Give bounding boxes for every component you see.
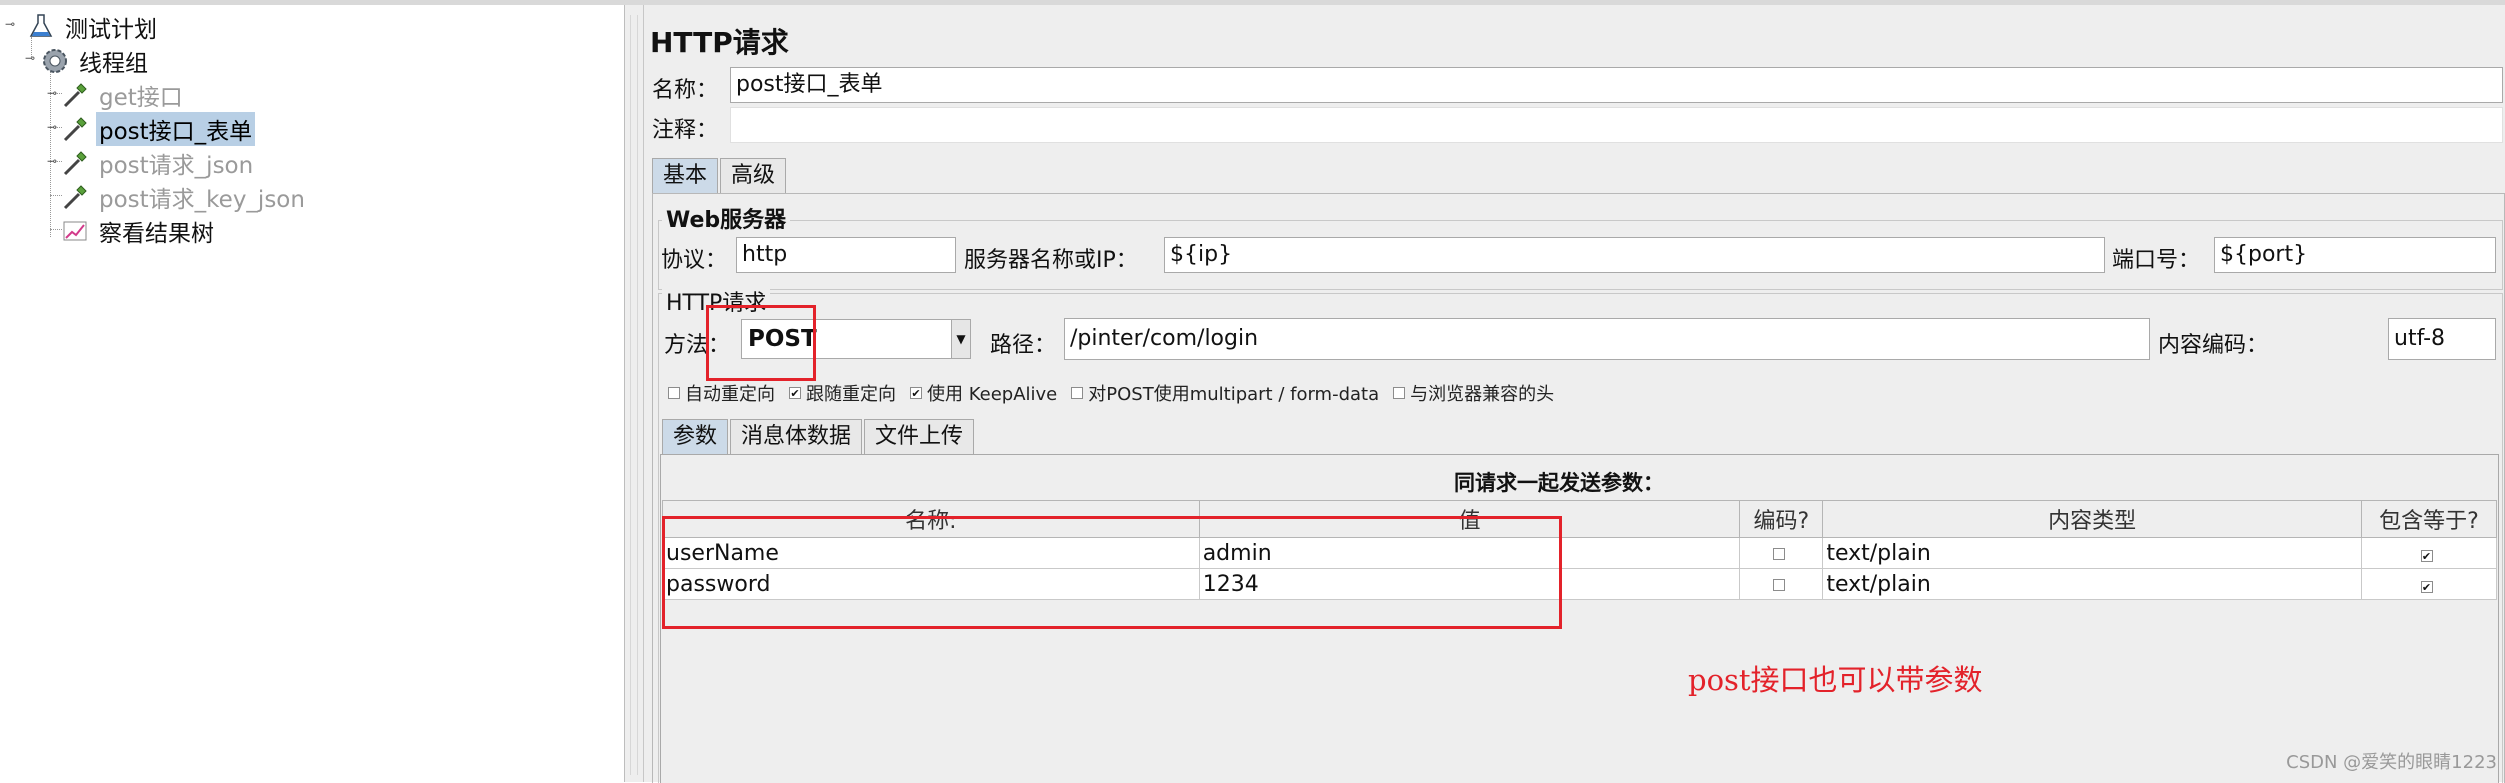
option-auto-redirect[interactable]: 自动重定向 xyxy=(668,380,775,406)
comment-label: 注释： xyxy=(652,118,719,143)
tree-item-label: 察看结果树 xyxy=(99,221,214,247)
option-keepalive[interactable]: ✔ 使用 KeepAlive xyxy=(910,380,1057,406)
gear-icon xyxy=(43,49,67,73)
test-plan-tree[interactable]: ⊸ 测试计划 ⊸ 线程组 ⊸ get接口 ⊸ post接口_表单 ⊸ post请… xyxy=(0,5,625,782)
tab-body-data[interactable]: 消息体数据 xyxy=(730,419,863,454)
expand-handle-icon[interactable]: ⊸ xyxy=(46,154,58,168)
params-caption: 同请求一起发送参数： xyxy=(1454,471,1664,495)
tree-item-thread-group[interactable]: 线程组 xyxy=(40,45,151,77)
pipette-sampler-icon xyxy=(63,83,87,108)
option-label: 使用 KeepAlive xyxy=(927,384,1058,405)
splitter-handle[interactable] xyxy=(625,5,644,782)
highlight-method-box xyxy=(706,305,816,381)
path-label: 路径： xyxy=(990,333,1057,358)
encode-checkbox-cell[interactable] xyxy=(1739,568,1824,600)
watermark: CSDN @爱笑的眼睛1223 xyxy=(2286,752,2497,773)
tree-item-post-form[interactable]: post接口_表单 xyxy=(60,112,256,146)
tree-item-result-tree[interactable]: 察看结果树 xyxy=(60,215,217,247)
annotation-text: post接口也可以带参数 xyxy=(1688,663,1983,697)
name-label: 名称： xyxy=(652,78,719,103)
expand-handle-icon[interactable]: ⊸ xyxy=(24,51,36,65)
checkbox-checked[interactable]: ✔ xyxy=(2420,580,2433,593)
pipette-sampler-icon xyxy=(63,117,87,142)
option-browser-headers[interactable]: 与浏览器兼容的头 xyxy=(1393,380,1554,406)
server-field[interactable]: ${ip} xyxy=(1164,237,2105,273)
tree-item-get-api[interactable]: get接口 xyxy=(60,79,186,111)
tab-parameters[interactable]: 参数 xyxy=(662,419,729,454)
encoding-field[interactable]: utf-8 xyxy=(2388,318,2496,360)
flask-icon xyxy=(29,14,53,37)
protocol-field[interactable]: http xyxy=(736,237,956,273)
checkbox[interactable] xyxy=(1772,547,1785,560)
checkbox-checked[interactable]: ✔ xyxy=(910,387,922,400)
tree-item-label: post请求_json xyxy=(99,153,254,179)
tree-item-label: 线程组 xyxy=(79,51,148,77)
protocol-label: 协议： xyxy=(661,248,728,273)
content-type-cell[interactable]: text/plain xyxy=(1822,568,2363,600)
checkbox[interactable] xyxy=(668,387,680,399)
expand-handle-icon[interactable]: ⊸ xyxy=(4,17,16,31)
splitter-grip xyxy=(630,15,638,775)
tree-item-label: get接口 xyxy=(99,85,183,111)
expand-handle-icon[interactable]: ⊸ xyxy=(46,86,58,100)
port-label: 端口号： xyxy=(2112,248,2201,273)
tab-advanced[interactable]: 高级 xyxy=(720,158,787,193)
tree-item-label: 测试计划 xyxy=(65,17,157,43)
tree-item-test-plan[interactable]: 测试计划 xyxy=(26,11,160,43)
path-field[interactable]: /pinter/com/login xyxy=(1064,318,2150,360)
include-equals-checkbox-cell[interactable]: ✔ xyxy=(2361,537,2497,569)
content-type-cell[interactable]: text/plain xyxy=(1822,537,2363,569)
include-equals-checkbox-cell[interactable]: ✔ xyxy=(2361,568,2497,600)
encoding-label: 内容编码： xyxy=(2158,333,2269,358)
page-title: HTTP请求 xyxy=(650,26,789,59)
parameter-tabs: 参数 消息体数据 文件上传 xyxy=(662,419,976,454)
checkbox[interactable] xyxy=(1772,578,1785,591)
option-label: 与浏览器兼容的头 xyxy=(1410,384,1555,405)
name-field[interactable]: post接口_表单 xyxy=(730,67,2503,103)
column-header-include-equals[interactable]: 包含等于? xyxy=(2361,500,2497,538)
options-row: 自动重定向 ✔ 跟随重定向 ✔ 使用 KeepAlive 对POST使用multip… xyxy=(668,380,1568,406)
checkbox[interactable] xyxy=(1071,387,1084,399)
checkbox-checked[interactable]: ✔ xyxy=(2420,549,2433,562)
column-header-encode[interactable]: 编码? xyxy=(1739,500,1824,538)
column-header-content-type[interactable]: 内容类型 xyxy=(1822,500,2363,538)
option-follow-redirect[interactable]: ✔ 跟随重定向 xyxy=(789,380,896,406)
pipette-sampler-icon xyxy=(63,185,87,210)
port-field[interactable]: ${port} xyxy=(2214,237,2496,273)
highlight-params-box xyxy=(662,516,1562,629)
http-request-panel: HTTP请求 名称： post接口_表单 注释： 基本 高级 Web服务器 协议… xyxy=(644,5,2505,783)
tree-item-label: post请求_key_json xyxy=(99,187,305,213)
option-multipart[interactable]: 对POST使用multipart / form-data xyxy=(1071,380,1379,406)
comment-field[interactable] xyxy=(730,107,2503,143)
tab-file-upload[interactable]: 文件上传 xyxy=(864,419,975,454)
option-label: 对POST使用multipart / form-data xyxy=(1088,384,1380,405)
tree-item-label: post接口_表单 xyxy=(96,112,256,146)
server-label: 服务器名称或IP： xyxy=(964,248,1138,273)
encode-checkbox-cell[interactable] xyxy=(1739,537,1824,569)
expand-handle-icon[interactable]: ⊸ xyxy=(46,120,58,134)
option-label: 跟随重定向 xyxy=(806,384,896,405)
checkbox-checked[interactable]: ✔ xyxy=(789,387,801,400)
web-server-legend: Web服务器 xyxy=(662,202,791,234)
chart-listener-icon xyxy=(63,221,87,241)
tree-item-post-key-json[interactable]: post请求_key_json xyxy=(60,181,308,213)
pipette-sampler-icon xyxy=(63,151,87,176)
tab-basic[interactable]: 基本 xyxy=(652,158,719,193)
chevron-down-icon[interactable]: ▼ xyxy=(951,320,970,358)
checkbox[interactable] xyxy=(1393,387,1406,399)
main-tabs: 基本 高级 xyxy=(652,158,788,193)
option-label: 自动重定向 xyxy=(685,384,775,405)
tree-item-post-json[interactable]: post请求_json xyxy=(60,147,256,179)
